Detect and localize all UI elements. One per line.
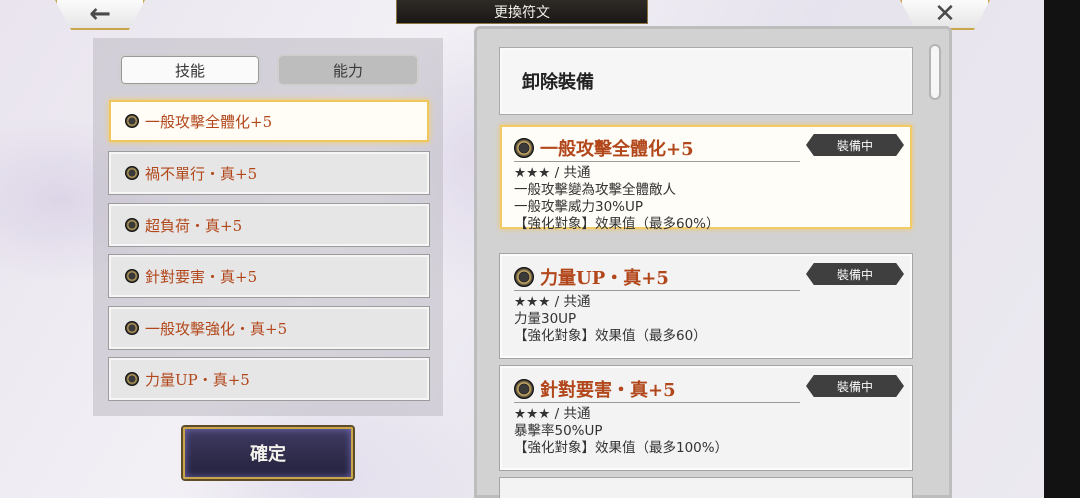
equipped-rune-card[interactable]: 一般攻擊全體化+5 裝備中 ★★★ / 共通 一般攻擊變為攻擊全體敵人 一般攻擊… bbox=[500, 125, 912, 232]
rune-icon bbox=[514, 266, 534, 287]
skill-item-label: 一般攻擊全體化+5 bbox=[145, 112, 273, 131]
rune-effect-line: 力量30UP bbox=[514, 311, 577, 327]
rune-name: 針對要害・真+5 bbox=[540, 379, 676, 401]
back-arrow-icon: ← bbox=[89, 0, 111, 29]
next-card-edge bbox=[500, 478, 912, 498]
tab-skills[interactable]: 技能 bbox=[119, 54, 261, 86]
rune-icon bbox=[125, 218, 139, 232]
skill-list-item[interactable]: 一般攻擊強化・真+5 bbox=[109, 307, 429, 349]
rune-effect-line: 暴擊率50%UP bbox=[514, 423, 603, 439]
scrollbar[interactable] bbox=[929, 44, 941, 100]
skill-item-label: 禍不單行・真+5 bbox=[145, 164, 258, 183]
screen-edge-strip bbox=[1044, 0, 1080, 498]
skill-item-label: 力量UP・真+5 bbox=[145, 370, 250, 389]
unequip-button[interactable]: 卸除裝備 bbox=[500, 48, 912, 114]
skill-list-item[interactable]: 針對要害・真+5 bbox=[109, 255, 429, 297]
rune-effect-line: 一般攻擊威力30%UP bbox=[514, 199, 644, 215]
equipped-badge: 裝備中 bbox=[806, 134, 904, 156]
rune-icon bbox=[125, 166, 139, 180]
tab-abilities[interactable]: 能力 bbox=[277, 54, 419, 86]
skill-item-label: 針對要害・真+5 bbox=[145, 267, 258, 286]
equipped-badge: 裝備中 bbox=[806, 375, 904, 397]
confirm-button[interactable]: 確定 bbox=[183, 427, 353, 479]
rune-card-title: 力量UP・真+5 bbox=[514, 264, 800, 291]
rune-effect-line: 一般攻擊變為攻擊全體敵人 bbox=[514, 182, 676, 198]
rune-icon bbox=[514, 378, 534, 399]
equipped-badge: 裝備中 bbox=[806, 263, 904, 285]
rune-icon bbox=[125, 372, 139, 386]
rune-icon bbox=[125, 321, 139, 335]
skill-item-label: 超負荷・真+5 bbox=[145, 216, 243, 235]
skill-list-item[interactable]: 禍不單行・真+5 bbox=[109, 152, 429, 194]
close-icon: ✕ bbox=[934, 0, 956, 29]
rune-card-title: 針對要害・真+5 bbox=[514, 376, 800, 403]
rune-card-title: 一般攻擊全體化+5 bbox=[514, 135, 800, 162]
equipped-rune-card[interactable]: 針對要害・真+5 裝備中 ★★★ / 共通 暴擊率50%UP 【強化對象】效果值… bbox=[500, 366, 912, 470]
rune-rarity: ★★★ / 共通 bbox=[514, 406, 591, 422]
rune-icon bbox=[125, 114, 139, 128]
rune-rarity: ★★★ / 共通 bbox=[514, 294, 591, 310]
skill-list-item[interactable]: 超負荷・真+5 bbox=[109, 204, 429, 246]
rune-name: 一般攻擊全體化+5 bbox=[540, 138, 694, 160]
rune-effect-line: 【強化對象】效果值（最多60） bbox=[514, 328, 707, 344]
skill-list-item[interactable]: 一般攻擊全體化+5 bbox=[109, 100, 429, 142]
rune-effect-line: 【強化對象】效果值（最多100%） bbox=[514, 440, 729, 456]
rune-name: 力量UP・真+5 bbox=[540, 267, 669, 289]
rune-icon bbox=[514, 137, 534, 158]
rune-icon bbox=[125, 269, 139, 283]
equipped-rune-card[interactable]: 力量UP・真+5 裝備中 ★★★ / 共通 力量30UP 【強化對象】效果值（最… bbox=[500, 254, 912, 358]
page-title: 更換符文 bbox=[396, 0, 648, 24]
rune-effect-line: 【強化對象】效果值（最多60%） bbox=[514, 216, 720, 232]
skill-item-label: 一般攻擊強化・真+5 bbox=[145, 319, 288, 338]
rune-rarity: ★★★ / 共通 bbox=[514, 165, 591, 181]
skill-list-item[interactable]: 力量UP・真+5 bbox=[109, 358, 429, 400]
